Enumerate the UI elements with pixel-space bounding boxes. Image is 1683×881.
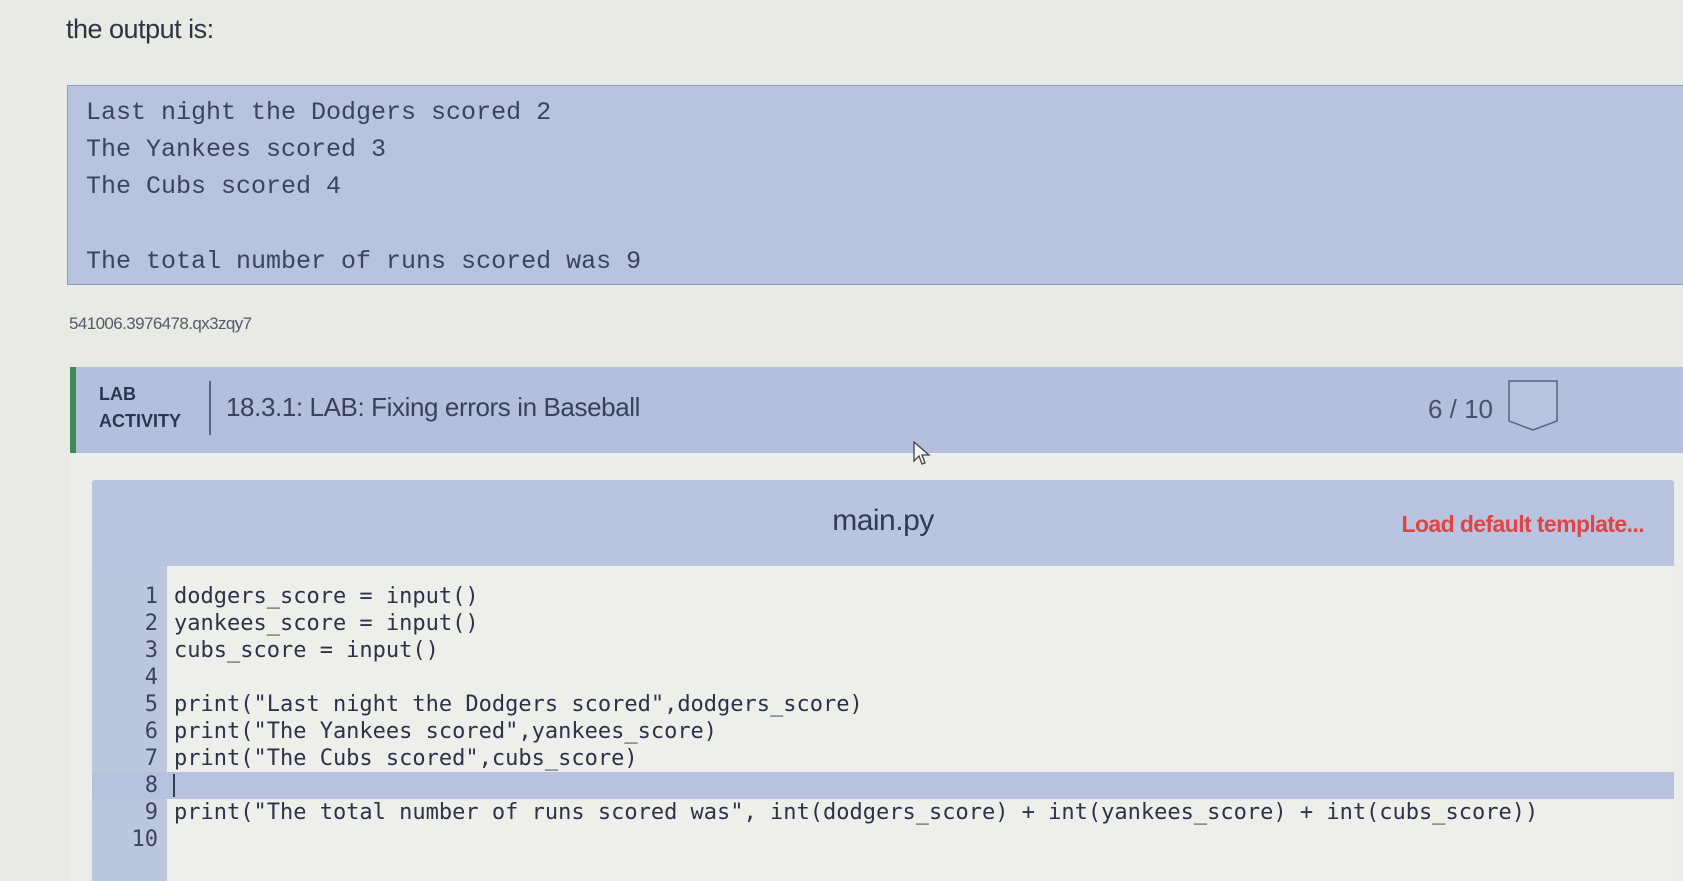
output-line: Last night the Dodgers scored 2 <box>86 98 552 127</box>
lab-kind-line2: ACTIVITY <box>99 411 182 431</box>
code-line[interactable]: 10 <box>92 826 1674 853</box>
mouse-pointer-icon <box>913 440 931 472</box>
line-code[interactable]: print("The Yankees scored",yankees_score… <box>174 718 717 745</box>
activity-hash: 541006.3976478.qx3zqy7 <box>69 314 252 333</box>
intro-text: the output is: <box>66 14 214 44</box>
completion-badge-icon <box>1508 380 1558 432</box>
line-code[interactable]: dodgers_score = input() <box>174 583 479 610</box>
code-line[interactable]: 6 print("The Yankees scored",yankees_scor… <box>92 718 1674 745</box>
line-number: 9 <box>144 800 158 825</box>
code-line[interactable]: 2 yankees_score = input() <box>92 610 1674 637</box>
code-line[interactable]: 4 <box>92 664 1674 691</box>
line-code[interactable]: print("Last night the Dodgers scored",do… <box>174 691 863 718</box>
code-line[interactable]: 5 print("Last night the Dodgers scored",d… <box>92 691 1674 718</box>
line-number: 7 <box>144 746 158 771</box>
line-code[interactable]: print("The total number of runs scored w… <box>174 799 1538 826</box>
line-number: 2 <box>144 611 158 636</box>
lab-kind-label: LAB ACTIVITY <box>99 381 181 435</box>
line-number: 1 <box>144 584 158 609</box>
lab-kind-line1: LAB <box>99 384 136 404</box>
line-code[interactable]: yankees_score = input() <box>174 610 479 637</box>
line-code[interactable]: cubs_score = input() <box>174 637 439 664</box>
code-editor[interactable]: 1 dodgers_score = input() 2 yankees_score … <box>92 566 1674 881</box>
output-line: The Cubs scored 4 <box>86 172 342 201</box>
header-divider <box>209 381 211 435</box>
code-lines[interactable]: 1 dodgers_score = input() 2 yankees_score … <box>92 583 1674 853</box>
line-code[interactable]: print("The Cubs scored",cubs_score) <box>174 745 638 772</box>
lab-title: 18.3.1: LAB: Fixing errors in Baseball <box>226 392 641 422</box>
load-default-template-button[interactable]: Load default template... <box>1402 511 1645 538</box>
code-editor-panel: main.py Load default template... 1 dodger… <box>70 453 1683 881</box>
line-number: 10 <box>131 827 159 852</box>
lab-activity-header: LAB ACTIVITY 18.3.1: LAB: Fixing errors … <box>70 367 1683 453</box>
line-number: 8 <box>144 773 158 798</box>
output-line: The total number of runs scored was 9 <box>86 247 642 276</box>
expected-output-box: Last night the Dodgers scored 2 The Yank… <box>67 85 1683 285</box>
line-number: 6 <box>144 719 158 744</box>
code-line-active[interactable]: 8 <box>92 772 1674 799</box>
line-number: 5 <box>144 692 158 717</box>
code-line[interactable]: 9 print("The total number of runs scored … <box>92 799 1674 826</box>
line-number: 3 <box>144 638 158 663</box>
lab-score: 6 / 10 <box>1427 394 1493 424</box>
output-line: The Yankees scored 3 <box>86 135 387 164</box>
code-line[interactable]: 1 dodgers_score = input() <box>92 583 1674 610</box>
code-line[interactable]: 3 cubs_score = input() <box>92 637 1674 664</box>
editor-header: main.py Load default template... <box>92 480 1674 566</box>
text-caret <box>173 774 175 797</box>
line-number: 4 <box>144 665 158 690</box>
code-line[interactable]: 7 print("The Cubs scored",cubs_score) <box>92 745 1674 772</box>
